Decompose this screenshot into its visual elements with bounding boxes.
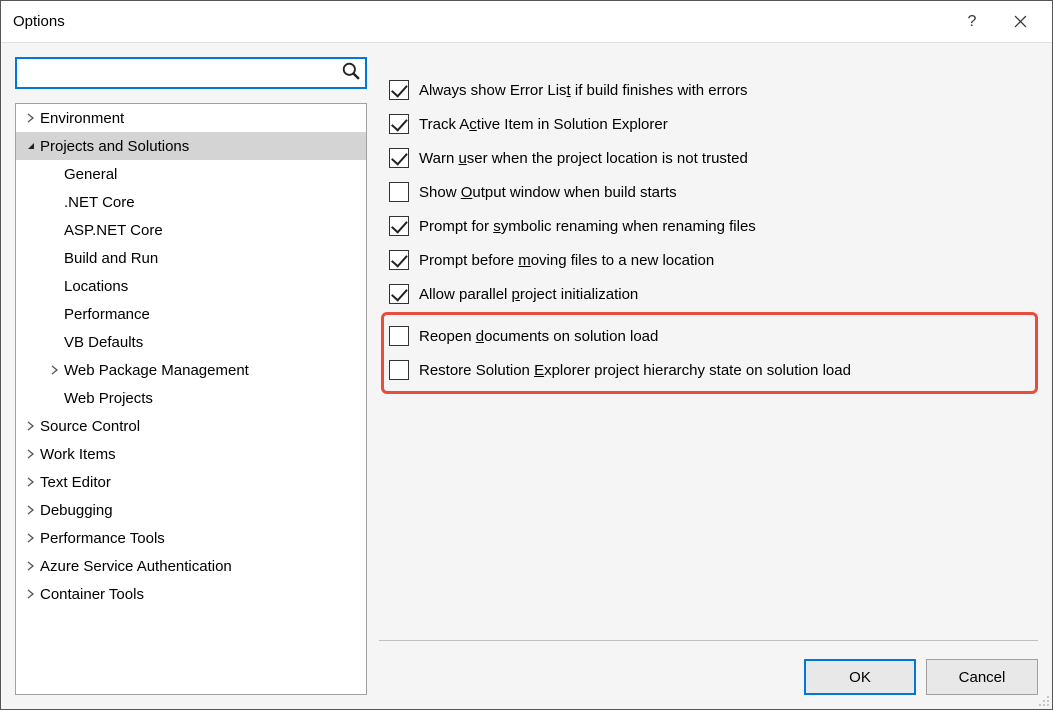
tree-item-label: Locations <box>64 278 128 295</box>
chevron-right-icon <box>24 447 38 461</box>
right-panel: Always show Error List if build finishes… <box>381 57 1038 695</box>
option-row: Prompt before moving files to a new loca… <box>381 243 1038 277</box>
tree-item[interactable]: Text Editor <box>16 468 366 496</box>
option-row: Track Active Item in Solution Explorer <box>381 107 1038 141</box>
options-content: Always show Error List if build finishes… <box>381 73 1038 632</box>
checkbox[interactable] <box>389 360 409 380</box>
tree-item[interactable]: Performance Tools <box>16 524 366 552</box>
chevron-right-icon <box>24 111 38 125</box>
tree-item[interactable]: Azure Service Authentication <box>16 552 366 580</box>
chevron-right-icon <box>24 587 38 601</box>
option-label[interactable]: Warn user when the project location is n… <box>419 150 748 167</box>
tree-item[interactable]: Work Items <box>16 440 366 468</box>
chevron-right-icon <box>48 363 62 377</box>
option-row: Prompt for symbolic renaming when renami… <box>381 209 1038 243</box>
tree-item[interactable]: Web Projects <box>16 384 366 412</box>
tree-item[interactable]: General <box>16 160 366 188</box>
help-icon: ? <box>968 13 977 31</box>
dialog-body: Environment Projects and Solutions Genera… <box>1 43 1052 709</box>
option-label[interactable]: Track Active Item in Solution Explorer <box>419 116 668 133</box>
option-row: Allow parallel project initialization <box>381 277 1038 311</box>
option-label[interactable]: Prompt for symbolic renaming when renami… <box>419 218 756 235</box>
chevron-right-icon <box>24 503 38 517</box>
dialog-title: Options <box>13 13 948 30</box>
tree-item[interactable]: Locations <box>16 272 366 300</box>
tree-item[interactable]: VB Defaults <box>16 328 366 356</box>
option-label[interactable]: Prompt before moving files to a new loca… <box>419 252 714 269</box>
tree-item-label: Container Tools <box>40 586 144 603</box>
option-label[interactable]: Always show Error List if build finishes… <box>419 82 747 99</box>
dialog-footer: OK Cancel <box>381 655 1038 695</box>
option-label[interactable]: Show Output window when build starts <box>419 184 677 201</box>
option-row: Show Output window when build starts <box>381 175 1038 209</box>
checkbox[interactable] <box>389 216 409 236</box>
resize-grip[interactable] <box>1036 693 1050 707</box>
option-row: Warn user when the project location is n… <box>381 141 1038 175</box>
tree-item-label: Build and Run <box>64 250 158 267</box>
tree-item[interactable]: Projects and Solutions <box>16 132 366 160</box>
tree-item[interactable]: Web Package Management <box>16 356 366 384</box>
tree-item-label: Source Control <box>40 418 140 435</box>
option-row: Reopen documents on solution load <box>389 319 1030 353</box>
tree-item-label: Web Projects <box>64 390 153 407</box>
option-label[interactable]: Reopen documents on solution load <box>419 328 658 345</box>
chevron-right-icon <box>24 419 38 433</box>
highlighted-options: Reopen documents on solution load Restore… <box>381 312 1038 394</box>
tree-item[interactable]: Build and Run <box>16 244 366 272</box>
tree-item-label: General <box>64 166 117 183</box>
chevron-right-icon <box>24 559 38 573</box>
titlebar: Options ? <box>1 1 1052 43</box>
option-row: Always show Error List if build finishes… <box>381 73 1038 107</box>
tree-item-label: ASP.NET Core <box>64 222 163 239</box>
checkbox[interactable] <box>389 284 409 304</box>
chevron-down-icon <box>24 139 38 153</box>
tree-item-label: Debugging <box>40 502 113 519</box>
tree-item[interactable]: Container Tools <box>16 580 366 608</box>
options-dialog: Options ? EnvironmentProjects and Solut <box>0 0 1053 710</box>
tree-item-label: .NET Core <box>64 194 135 211</box>
tree-item[interactable]: Source Control <box>16 412 366 440</box>
tree-item[interactable]: Performance <box>16 300 366 328</box>
tree-item-label: Projects and Solutions <box>40 138 189 155</box>
tree-scroll[interactable]: Environment Projects and Solutions Genera… <box>16 104 366 694</box>
tree-item-label: Performance <box>64 306 150 323</box>
tree-item[interactable]: Debugging <box>16 496 366 524</box>
tree-item[interactable]: .NET Core <box>16 188 366 216</box>
chevron-right-icon <box>24 475 38 489</box>
tree-item-label: Performance Tools <box>40 530 165 547</box>
main-area: Environment Projects and Solutions Genera… <box>15 57 1038 695</box>
help-button[interactable]: ? <box>948 1 996 43</box>
chevron-right-icon <box>24 531 38 545</box>
search-wrap <box>15 57 367 89</box>
tree-item-label: Web Package Management <box>64 362 249 379</box>
option-label[interactable]: Allow parallel project initialization <box>419 286 638 303</box>
option-label[interactable]: Restore Solution Explorer project hierar… <box>419 362 851 379</box>
checkbox[interactable] <box>389 182 409 202</box>
checkbox[interactable] <box>389 326 409 346</box>
tree-item[interactable]: ASP.NET Core <box>16 216 366 244</box>
ok-button[interactable]: OK <box>804 659 916 695</box>
search-input[interactable] <box>15 57 367 89</box>
close-icon <box>1014 15 1027 28</box>
divider <box>379 640 1038 641</box>
checkbox[interactable] <box>389 250 409 270</box>
nav-tree: Environment Projects and Solutions Genera… <box>15 103 367 695</box>
tree-item-label: Text Editor <box>40 474 111 491</box>
option-row: Restore Solution Explorer project hierar… <box>389 353 1030 387</box>
left-panel: Environment Projects and Solutions Genera… <box>15 57 367 695</box>
checkbox[interactable] <box>389 80 409 100</box>
close-button[interactable] <box>996 1 1044 43</box>
tree-item-label: Azure Service Authentication <box>40 558 232 575</box>
tree-item-label: VB Defaults <box>64 334 143 351</box>
cancel-button[interactable]: Cancel <box>926 659 1038 695</box>
tree-item-label: Work Items <box>40 446 116 463</box>
tree-item-label: Environment <box>40 110 124 127</box>
checkbox[interactable] <box>389 114 409 134</box>
checkbox[interactable] <box>389 148 409 168</box>
tree-item[interactable]: Environment <box>16 104 366 132</box>
options-list: Always show Error List if build finishes… <box>381 73 1038 394</box>
